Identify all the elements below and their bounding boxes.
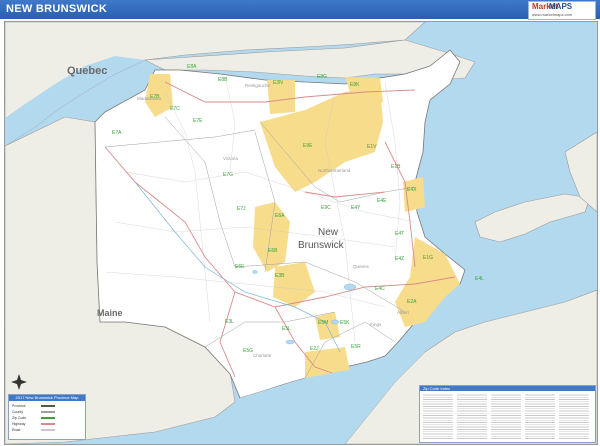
zip-label: E1B bbox=[391, 164, 401, 170]
zip-label: E7G bbox=[223, 172, 233, 178]
county-label: Restigouche bbox=[245, 83, 271, 88]
logo-tagline: www.marketmaps.com bbox=[532, 12, 573, 17]
zip-label: E5M bbox=[318, 320, 328, 326]
zip-label: E4Z bbox=[395, 256, 404, 262]
title-bar: NEW BRUNSWICK Market MAPS www.marketmaps… bbox=[0, 0, 600, 20]
county-label: Queens bbox=[353, 264, 370, 269]
zip-label: E4T bbox=[395, 231, 404, 237]
zip-label: E8A bbox=[187, 64, 197, 70]
region-label-quebec: Quebec bbox=[67, 65, 107, 77]
zip-label: E7J bbox=[237, 206, 246, 212]
index-column bbox=[423, 393, 453, 440]
index-column bbox=[525, 393, 555, 440]
index-column bbox=[559, 393, 589, 440]
logo-text-maps: MAPS bbox=[549, 2, 573, 11]
zip-label: E2A bbox=[407, 299, 417, 305]
zip-label: E4X bbox=[407, 187, 417, 193]
zip-label: E5L bbox=[282, 326, 291, 332]
legend-swatch bbox=[41, 417, 55, 419]
zip-label: E8B bbox=[218, 77, 228, 83]
zip-label: E4E bbox=[377, 198, 387, 204]
zip-label: E7C bbox=[170, 106, 180, 112]
map-panel[interactable]: Quebec Maine New Brunswick Madawaska Res… bbox=[4, 21, 598, 445]
index-column bbox=[491, 393, 521, 440]
region-label-nb-line2: Brunswick bbox=[298, 240, 345, 251]
map-legend: 2017 New Brunswick Province Map Province… bbox=[8, 394, 86, 440]
zip-label: E9E bbox=[303, 143, 313, 149]
legend-swatch bbox=[41, 429, 55, 431]
zip-label: E3L bbox=[225, 319, 234, 325]
county-label: Albert bbox=[397, 310, 410, 315]
zip-label: E4C bbox=[375, 286, 385, 292]
county-label: Northumberland bbox=[318, 168, 351, 173]
market-maps-logo: Market MAPS www.marketmaps.com bbox=[528, 1, 596, 20]
legend-swatch bbox=[41, 405, 55, 407]
county-label: Charlotte bbox=[253, 353, 272, 358]
zip-code-index-panel: Zip Code Index bbox=[419, 385, 596, 443]
zip-label: E4L bbox=[475, 276, 484, 282]
legend-swatch bbox=[41, 411, 55, 413]
legend-swatch bbox=[41, 423, 55, 425]
zip-label: E5K bbox=[340, 320, 350, 326]
county-label: Victoria bbox=[223, 156, 238, 161]
map-canvas[interactable]: Quebec Maine New Brunswick Madawaska Res… bbox=[5, 22, 597, 444]
zip-label: E8K bbox=[350, 82, 360, 88]
zip-label: E8G bbox=[317, 74, 327, 80]
zip-label: E7A bbox=[112, 130, 122, 136]
index-column bbox=[457, 393, 487, 440]
legend-row: Zip Code bbox=[12, 416, 27, 420]
zip-label: E7E bbox=[193, 118, 203, 124]
zip-label: E5R bbox=[351, 344, 361, 350]
region-label-maine: Maine bbox=[97, 308, 123, 318]
legend-title: 2017 New Brunswick Province Map bbox=[9, 395, 85, 401]
zip-label: E1V bbox=[367, 144, 377, 150]
legend-row: Road bbox=[12, 428, 21, 432]
index-title: Zip Code Index bbox=[420, 386, 595, 391]
page-title: NEW BRUNSWICK bbox=[6, 3, 108, 15]
zip-label: E2J bbox=[310, 346, 319, 352]
zip-label: E3B bbox=[275, 273, 285, 279]
zip-label: E6A bbox=[275, 213, 285, 219]
zip-label: E1G bbox=[423, 255, 433, 261]
zip-label: E7B bbox=[150, 94, 160, 100]
legend-row: Province bbox=[12, 404, 26, 408]
zip-label: E6E bbox=[235, 264, 245, 270]
zip-label: E9C bbox=[321, 205, 331, 211]
zip-label: E3N bbox=[273, 80, 283, 86]
region-label-nb-line1: New bbox=[318, 227, 339, 238]
legend-row: County bbox=[12, 410, 24, 414]
county-label: Kings bbox=[370, 322, 382, 327]
zip-label: E4Y bbox=[351, 205, 361, 211]
zip-label: E5G bbox=[243, 348, 253, 354]
legend-row: Highway bbox=[12, 422, 26, 426]
zip-label: E6B bbox=[268, 248, 278, 254]
